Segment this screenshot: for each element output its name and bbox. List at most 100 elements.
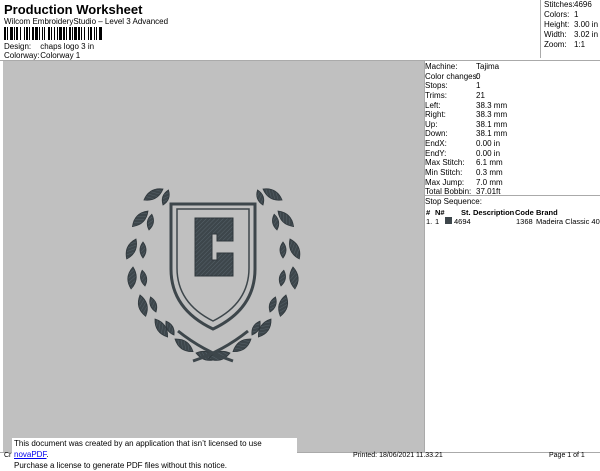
laurel-leaf: [127, 266, 137, 290]
colorway-label: Colorway:: [4, 51, 40, 60]
stats-row: Stitches:4696: [544, 0, 592, 9]
info-value: 0.00 in: [476, 139, 501, 149]
laurel-leaf: [125, 238, 137, 260]
info-row: Left: 38.3 mm: [425, 101, 600, 111]
info-row: Max Jump: 7.0 mm: [425, 178, 600, 188]
info-label: Max Jump:: [425, 177, 465, 187]
laurel-leaf: [146, 213, 154, 231]
stats-row: Zoom: 1:1: [544, 40, 586, 49]
barcode-graphic: [4, 27, 102, 40]
letter-c-mark: [194, 217, 234, 277]
info-label: EndY:: [425, 148, 447, 158]
stats-row: Height: 3.00 in: [544, 20, 599, 29]
info-label: Machine:: [425, 62, 458, 71]
info-label: Left:: [425, 100, 441, 110]
info-value: 38.1 mm: [476, 129, 508, 139]
barcode-bar: [57, 27, 58, 40]
info-label: Stops:: [425, 81, 448, 91]
barcode-bar: [51, 27, 52, 40]
info-row: Min Stitch: 0.3 mm: [425, 168, 600, 178]
info-label: Trims:: [425, 90, 447, 100]
barcode-bar: [14, 27, 15, 40]
info-value: 0.3 mm: [476, 168, 503, 178]
barcode-bar: [26, 27, 28, 40]
laurel-leaf: [140, 269, 148, 287]
info-value: 0: [476, 71, 481, 81]
colorway-row: Colorway: Colorway 1: [4, 51, 80, 60]
barcode-bar: [90, 27, 92, 40]
barcode-bar: [96, 27, 97, 40]
design-label: Design:: [4, 42, 32, 51]
stats-row: Width: 3.02 in: [544, 30, 599, 39]
laurel-leaf: [279, 241, 287, 259]
barcode-bar: [99, 27, 102, 40]
laurel-leaf: [278, 294, 289, 317]
info-value: 1: [476, 81, 481, 91]
barcode-bar: [88, 27, 89, 40]
design-preview: [3, 61, 424, 452]
info-row: Stops: 1: [425, 81, 600, 91]
footer-left: Cr: [4, 452, 12, 459]
laurel-leaf: [268, 296, 277, 313]
info-row: Right: 38.3 mm: [425, 110, 600, 120]
laurel-leaf: [174, 338, 194, 353]
info-label: Max Stitch:: [425, 158, 465, 168]
info-row: Trims: 21: [425, 91, 600, 101]
barcode-bar: [69, 27, 71, 40]
barcode-bar: [66, 27, 67, 40]
page-title: Production Worksheet: [4, 2, 143, 17]
software-name: Wilcom EmbroideryStudio – Level 3 Advanc…: [4, 17, 169, 26]
info-row: Color changes:0: [425, 72, 600, 82]
barcode-bar: [35, 27, 38, 40]
thread-color-swatch: [445, 217, 452, 224]
barcode-bar: [24, 27, 25, 40]
info-label: Up:: [425, 119, 438, 129]
info-label: Down:: [425, 129, 448, 139]
barcode-bar: [81, 27, 82, 40]
barcode-bar: [84, 27, 85, 40]
info-value: 37.01ft: [476, 187, 501, 197]
laurel-leaf: [149, 296, 158, 313]
novapdf-link[interactable]: novaPDF: [14, 450, 46, 459]
info-value: 38.3 mm: [476, 100, 508, 110]
barcode: [4, 27, 157, 40]
barcode-bar: [59, 27, 62, 40]
info-label: EndX:: [425, 139, 447, 149]
info-value: 0.00 in: [476, 148, 501, 158]
info-row: EndY: 0.00 in: [425, 149, 600, 159]
design-row: Design: chaps logo 3 in: [4, 42, 94, 51]
embroidery-logo: [125, 188, 301, 363]
laurel-leaf: [232, 338, 252, 353]
info-row: Machine: Tajima: [425, 62, 600, 72]
laurel-leaf: [289, 238, 301, 260]
info-row: Max Stitch: 6.1 mm: [425, 158, 600, 168]
barcode-bar: [10, 27, 13, 40]
info-label: Total Bobbin:: [425, 187, 472, 197]
info-value: Tajima: [476, 62, 500, 71]
stop-sequence-title: Stop Sequence:: [425, 197, 482, 206]
barcode-bar: [16, 27, 18, 40]
info-row: Up: 38.1 mm: [425, 120, 600, 130]
barcode-bar: [7, 27, 8, 40]
colorway-value: Colorway 1: [40, 51, 81, 60]
barcode-bar: [63, 27, 65, 40]
barcode-bar: [74, 27, 77, 40]
printed-date: Printed: 18/06/2021 11.33.21: [353, 452, 443, 459]
info-row: EndX: 0.00 in: [425, 139, 600, 149]
info-value: 38.1 mm: [476, 119, 508, 129]
laurel-leaf: [272, 213, 280, 231]
info-label: Color changes:: [425, 71, 479, 81]
barcode-bar: [4, 27, 6, 40]
info-label: Right:: [425, 110, 446, 120]
barcode-bar: [29, 27, 30, 40]
page-number: Page 1 of 1: [549, 452, 585, 459]
barcode-bar: [44, 27, 45, 40]
barcode-bar: [20, 27, 21, 40]
info-label: Min Stitch:: [425, 168, 463, 178]
barcode-bar: [32, 27, 34, 40]
info-value: 7.0 mm: [476, 177, 503, 187]
barcode-bar: [94, 27, 95, 40]
laurel-leaf: [137, 294, 148, 317]
stats-box: Stitches:4696 Colors: 1 Height: 3.00 in Wi…: [540, 0, 600, 58]
info-row: Down: 38.1 mm: [425, 129, 600, 139]
